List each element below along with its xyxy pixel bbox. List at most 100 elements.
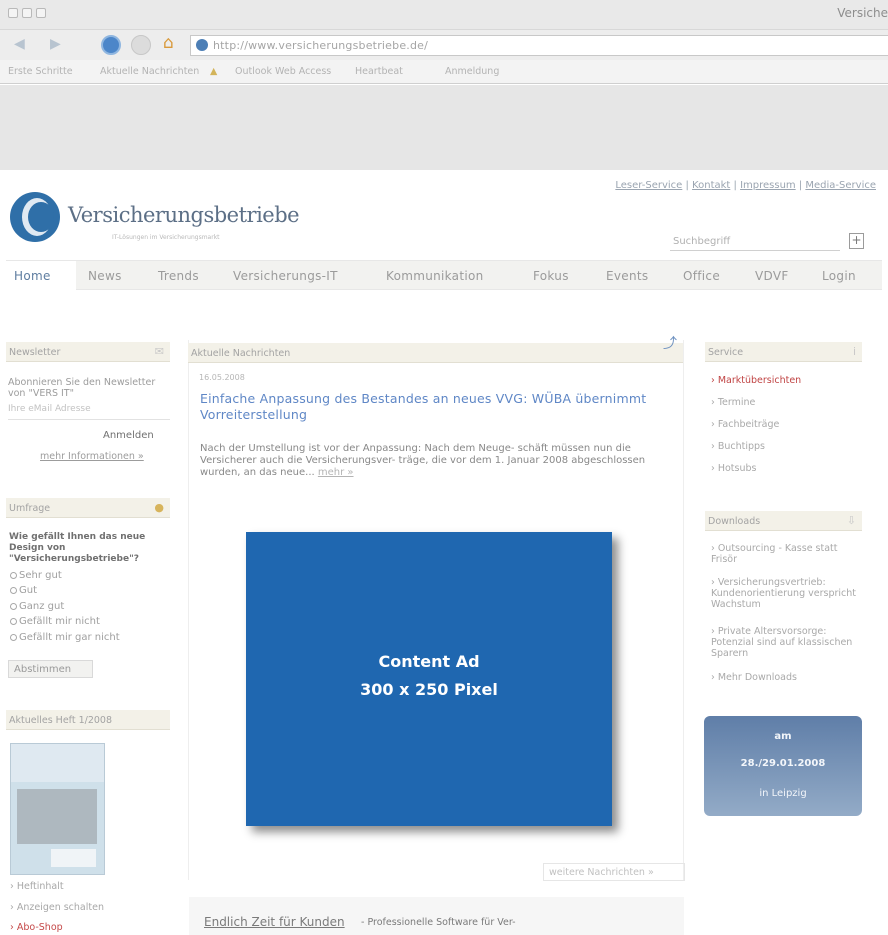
downloads-box-header: Downloads ⇩ — [705, 511, 862, 531]
radio-button[interactable] — [10, 633, 17, 641]
top-link[interactable]: Leser-Service — [615, 180, 682, 191]
banner-placeholder — [0, 85, 888, 170]
radio-button[interactable] — [10, 571, 17, 579]
logo-text[interactable]: Versicherungsbetriebe — [68, 203, 300, 227]
nav-item-news[interactable]: News — [88, 269, 122, 283]
nav-item-home[interactable]: Home — [14, 269, 51, 283]
window-titlebar: Versiche — [0, 0, 888, 30]
search-button[interactable]: + — [849, 233, 864, 249]
logo-subtitle: IT-Lösungen im Versicherungsmarkt — [112, 234, 220, 241]
info-icon: i — [852, 345, 856, 358]
zoom-window-icon[interactable] — [36, 8, 46, 18]
ad-label: Content Ad — [378, 652, 480, 671]
radio-button[interactable] — [10, 617, 17, 625]
content-ad[interactable]: Content Ad 300 x 250 Pixel — [246, 532, 612, 826]
search-input[interactable]: Suchbegriff — [670, 233, 840, 251]
event-label: am — [774, 731, 792, 742]
nav-item-trends[interactable]: Trends — [158, 269, 199, 283]
poll-icon: ● — [154, 501, 164, 514]
minimize-window-icon[interactable] — [22, 8, 32, 18]
nav-item-kommunikation[interactable]: Kommunikation — [386, 269, 484, 283]
issue-box-header: Aktuelles Heft 1/2008 — [6, 710, 170, 730]
article-date: 16.05.2008 — [199, 373, 245, 382]
nav-item-login[interactable]: Login — [822, 269, 856, 283]
main-navigation: Home News Trends Versicherungs-IT Kommun… — [6, 260, 882, 290]
bookmark-item[interactable]: Aktuelle Nachrichten — [100, 66, 199, 77]
bookmark-item[interactable]: Anmeldung — [445, 66, 499, 77]
teaser-title[interactable]: Endlich Zeit für Kunden — [204, 915, 345, 929]
download-link[interactable]: › Outsourcing - Kasse statt Frisör — [711, 543, 861, 565]
address-text: http://www.versicherungsbetriebe.de/ — [213, 39, 429, 52]
top-links: Leser-Service | Kontakt | Impressum | Me… — [615, 180, 876, 191]
address-bar[interactable]: http://www.versicherungsbetriebe.de/ — [190, 35, 888, 56]
site-globe-icon — [196, 39, 208, 51]
service-link[interactable]: › Termine — [711, 397, 755, 408]
poll-vote-button[interactable]: Abstimmen — [8, 660, 93, 678]
radio-button[interactable] — [10, 602, 17, 610]
newsletter-text: Abonnieren Sie den Newsletter von "VERS … — [8, 377, 156, 399]
nav-item-office[interactable]: Office — [683, 269, 720, 283]
radio-button[interactable] — [10, 586, 17, 594]
mail-icon: ✉ — [154, 345, 164, 358]
news-section-title: Aktuelle Nachrichten — [191, 348, 291, 359]
window-title: Versiche — [837, 6, 888, 20]
issue-link[interactable]: › Anzeigen schalten — [10, 902, 104, 913]
back-arrow-icon[interactable]: ◀ — [14, 36, 25, 52]
poll-question: Wie gefällt Ihnen das neue Design von "V… — [9, 532, 146, 564]
poll-title: Umfrage — [9, 503, 51, 514]
share-icon[interactable]: ⤴ — [663, 333, 677, 353]
poll-box-header: Umfrage ● — [6, 498, 170, 518]
top-link[interactable]: Impressum — [740, 180, 796, 191]
poll-option[interactable]: Ganz gut — [10, 601, 64, 612]
download-link[interactable]: › Private Altersvorsorge: Potenzial sind… — [711, 626, 861, 659]
magazine-cover-image[interactable] — [10, 743, 105, 875]
article-more-link[interactable]: mehr » — [318, 467, 354, 478]
newsletter-title: Newsletter — [9, 347, 61, 358]
article-teaser: Nach der Umstellung ist vor der Anpassun… — [200, 443, 680, 479]
close-window-icon[interactable] — [8, 8, 18, 18]
bookmark-item[interactable]: Heartbeat — [355, 66, 403, 77]
newsletter-email-field[interactable]: Ihre eMail Adresse — [8, 400, 170, 420]
event-date: 28./29.01.2008 — [740, 758, 826, 769]
logo-icon[interactable] — [10, 192, 60, 242]
bookmark-item[interactable]: Erste Schritte — [8, 66, 73, 77]
nav-item-fokus[interactable]: Fokus — [533, 269, 569, 283]
home-icon[interactable]: ⌂ — [163, 33, 174, 53]
issue-link[interactable]: › Heftinhalt — [10, 881, 64, 892]
event-city: in Leipzig — [759, 788, 807, 799]
service-title: Service — [708, 347, 744, 358]
article-body-text: Nach der Umstellung ist vor der Anpassun… — [200, 443, 646, 478]
download-link[interactable]: › Versicherungsvertrieb: Kundenorientier… — [711, 577, 861, 610]
bookmark-item[interactable]: Outlook Web Access — [235, 66, 331, 77]
newsletter-more-link[interactable]: mehr Informationen » — [40, 451, 144, 462]
service-link[interactable]: › Marktübersichten — [711, 375, 801, 386]
reload-icon[interactable] — [101, 35, 121, 55]
bookmarks-bar: Erste Schritte Aktuelle Nachrichten ▲ Ou… — [0, 60, 888, 84]
nav-item-events[interactable]: Events — [606, 269, 648, 283]
download-icon: ⇩ — [846, 514, 856, 527]
issue-title: Aktuelles Heft 1/2008 — [9, 715, 113, 726]
top-link[interactable]: Kontakt — [692, 180, 730, 191]
service-link[interactable]: › Fachbeiträge — [711, 419, 779, 430]
event-banner[interactable]: am 28./29.01.2008 in Leipzig — [704, 716, 862, 816]
nav-item-versicherungs-it[interactable]: Versicherungs-IT — [233, 269, 338, 283]
poll-option[interactable]: Gefällt mir nicht — [10, 616, 100, 627]
service-link[interactable]: › Hotsubs — [711, 463, 756, 474]
more-news-link[interactable]: weitere Nachrichten » — [543, 863, 685, 881]
poll-option[interactable]: Gefällt mir gar nicht — [10, 632, 120, 643]
poll-option[interactable]: Gut — [10, 585, 37, 596]
download-link[interactable]: › Mehr Downloads — [711, 672, 861, 683]
service-box-header: Service i — [705, 342, 862, 362]
ad-size-label: 300 x 250 Pixel — [360, 680, 498, 699]
top-link[interactable]: Media-Service — [805, 180, 876, 191]
article-title[interactable]: Einfache Anpassung des Bestandes an neue… — [200, 391, 670, 423]
downloads-title: Downloads — [708, 516, 761, 527]
service-link[interactable]: › Buchtipps — [711, 441, 765, 452]
poll-option[interactable]: Sehr gut — [10, 570, 62, 581]
newsletter-box-header: Newsletter ✉ — [6, 342, 170, 362]
stop-icon[interactable] — [131, 35, 151, 55]
forward-arrow-icon[interactable]: ▶ — [50, 36, 61, 52]
nav-item-vdvf[interactable]: VDVF — [755, 269, 789, 283]
issue-link[interactable]: › Abo-Shop — [10, 922, 63, 933]
newsletter-subscribe-button[interactable]: Anmelden — [103, 430, 154, 441]
